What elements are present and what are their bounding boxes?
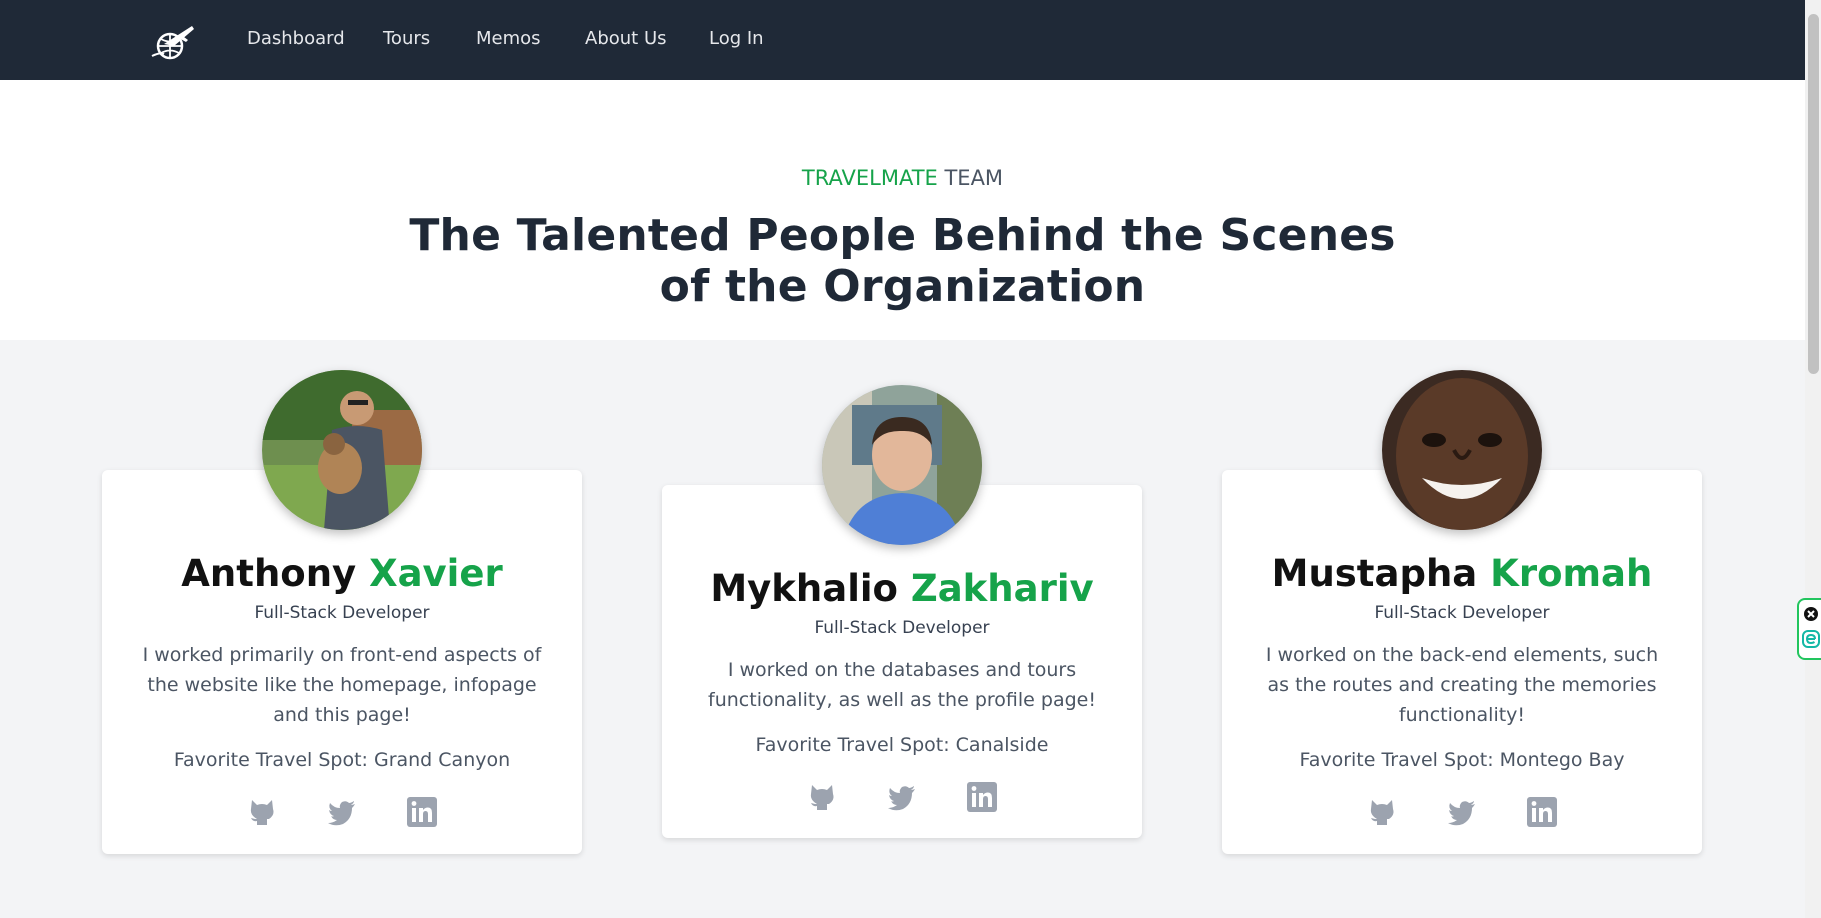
social-links [1222,797,1702,831]
member-first-name: Mustapha [1271,552,1478,595]
extension-e-icon[interactable] [1802,630,1820,648]
member-last-name: Kromah [1490,552,1653,595]
member-last-name: Zakhariv [910,567,1094,610]
social-links [662,782,1142,816]
member-role: Full-Stack Developer [814,618,990,638]
headline-line-1: The Talented People Behind the Scenes [409,210,1396,261]
browser-extension-widget[interactable] [1797,598,1821,660]
member-last-name: Xavier [369,552,503,595]
linkedin-icon[interactable] [967,782,997,812]
member-favorite-spot: Favorite Travel Spot: Montego Bay [1299,749,1625,771]
member-first-name: Anthony [181,552,357,595]
member-favorite-spot: Favorite Travel Spot: Grand Canyon [173,749,511,771]
member-role: Full-Stack Developer [254,603,430,623]
linkedin-icon[interactable] [407,797,437,827]
eyebrow-accent: TRAVELMATE [801,166,938,190]
headline-line-2: of the Organization [659,261,1146,312]
member-name: Mykhalio Zakhariv [662,567,1142,610]
twitter-icon[interactable] [327,797,357,827]
twitter-icon[interactable] [1447,797,1477,827]
nav-login-link[interactable]: Log In [709,28,764,49]
scrollbar-thumb[interactable] [1808,14,1819,374]
member-name: Anthony Xavier [102,552,582,595]
twitter-icon[interactable] [887,782,917,812]
eyebrow-rest: TEAM [937,166,1004,190]
nav-memos-link[interactable]: Memos [476,28,541,49]
avatar-mykhalio [822,385,982,545]
airplane-globe-icon[interactable] [150,22,196,62]
member-name: Mustapha Kromah [1222,552,1702,595]
member-bio: I worked on the back-end elements, such … [1265,644,1659,726]
github-icon[interactable] [247,797,277,827]
nav-tours-link[interactable]: Tours [383,28,430,49]
social-links [102,797,582,831]
member-favorite-spot: Favorite Travel Spot: Canalside [755,734,1049,756]
section-eyebrow: TRAVELMATE TEAM [0,166,1805,190]
linkedin-icon[interactable] [1527,797,1557,827]
page-headline: The Talented People Behind the Scenes of… [0,210,1805,312]
nav-dashboard-link[interactable]: Dashboard [247,28,345,49]
nav-about-us-link[interactable]: About Us [585,28,667,49]
top-navbar: Dashboard Tours Memos About Us Log In [0,0,1805,80]
github-icon[interactable] [807,782,837,812]
avatar-anthony [262,370,422,530]
page-scrollbar[interactable] [1805,0,1821,918]
close-icon[interactable] [1803,606,1819,622]
github-icon[interactable] [1367,797,1397,827]
avatar-mustapha [1382,370,1542,530]
member-first-name: Mykhalio [710,567,898,610]
member-bio: I worked primarily on front-end aspects … [142,644,542,726]
member-bio: I worked on the databases and tours func… [708,659,1096,711]
member-role: Full-Stack Developer [1374,603,1550,623]
